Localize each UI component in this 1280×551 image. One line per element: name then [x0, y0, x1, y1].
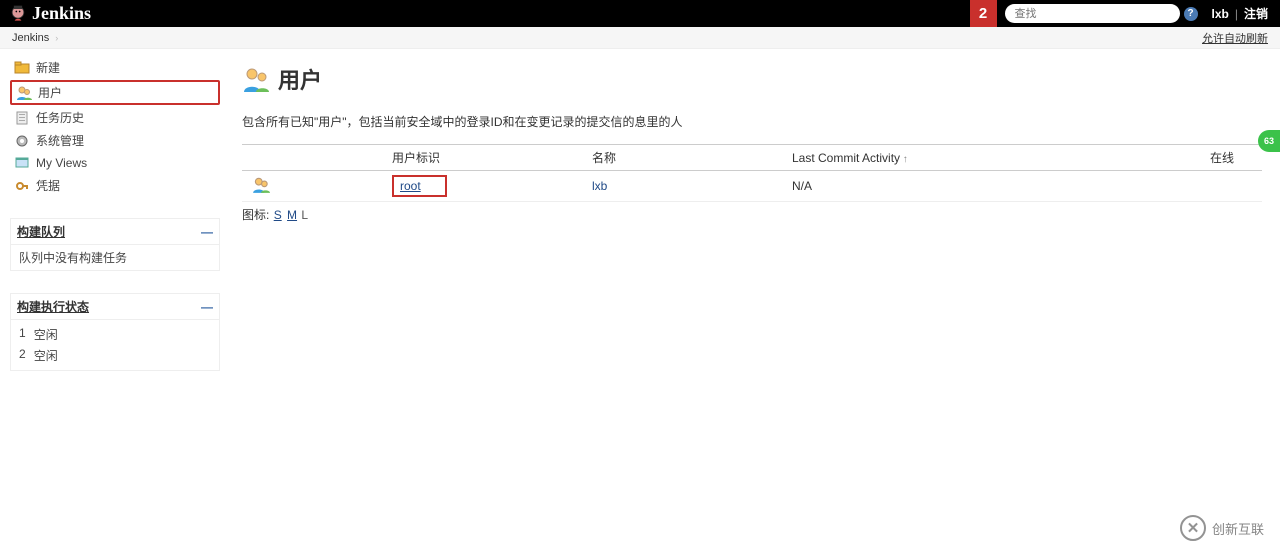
executor-row: 1 空闲: [19, 324, 211, 345]
top-header: Jenkins 2 ? lxb | 注销: [0, 0, 1280, 27]
build-queue-pane: 构建队列 — 队列中没有构建任务: [10, 218, 220, 271]
main-panel: 用户 包含所有已知"用户"，包括当前安全域中的登录ID和在变更记录的提交信的息里…: [220, 49, 1280, 551]
side-floating-badge[interactable]: 63: [1258, 130, 1280, 152]
user-row-icon: [252, 176, 270, 194]
sidebar-item-myviews[interactable]: My Views: [10, 153, 220, 173]
col-name[interactable]: 名称: [582, 145, 782, 171]
executor-state: 空闲: [34, 347, 58, 364]
sidebar-item-label: 新建: [36, 59, 60, 76]
sidebar-item-label: 用户: [38, 84, 62, 101]
collapse-icon[interactable]: —: [201, 300, 213, 314]
watermark-logo: ✕ 创新互联: [1180, 515, 1264, 541]
views-icon: [14, 155, 30, 171]
executor-row: 2 空闲: [19, 345, 211, 366]
sidebar-item-label: 系统管理: [36, 132, 84, 149]
gear-icon: [14, 133, 30, 149]
col-online[interactable]: 在线: [1182, 145, 1262, 171]
watermark-icon: ✕: [1180, 515, 1206, 541]
page-title-text: 用户: [278, 63, 322, 95]
queue-empty-text: 队列中没有构建任务: [19, 251, 127, 265]
folder-new-icon: [14, 60, 30, 76]
search-input[interactable]: [1005, 4, 1180, 23]
col-last-commit[interactable]: Last Commit Activity: [782, 145, 1182, 171]
last-commit-cell: N/A: [782, 171, 1182, 202]
page-description: 包含所有已知"用户"，包括当前安全域中的登录ID和在变更记录的提交信的息里的人: [242, 113, 1262, 130]
users-table: 用户标识 名称 Last Commit Activity 在线 root lxb…: [242, 144, 1262, 202]
jenkins-logo[interactable]: Jenkins: [8, 3, 91, 24]
col-icon[interactable]: [242, 145, 382, 171]
users-big-icon: [242, 65, 270, 93]
separator: |: [1235, 7, 1238, 21]
collapse-icon[interactable]: —: [201, 225, 213, 239]
breadcrumb-root[interactable]: Jenkins: [12, 32, 49, 44]
search-container: [1005, 4, 1180, 23]
online-cell: [1182, 171, 1262, 202]
icon-size-m[interactable]: M: [287, 208, 297, 222]
icon-size-l: L: [301, 208, 308, 222]
icon-size-selector: 图标: S M L: [242, 206, 1262, 223]
chevron-right-icon: ›: [55, 33, 58, 43]
table-row: root lxb N/A: [242, 171, 1262, 202]
sidebar-item-label: My Views: [36, 156, 87, 170]
user-icon: [16, 85, 32, 101]
executor-num: 2: [19, 347, 26, 364]
help-icon[interactable]: ?: [1184, 7, 1198, 21]
credentials-icon: [14, 178, 30, 194]
page-title: 用户: [242, 63, 1262, 95]
jenkins-head-icon: [8, 4, 28, 24]
clipboard-icon: [14, 110, 30, 126]
executor-num: 1: [19, 326, 26, 343]
logout-link[interactable]: 注销: [1244, 5, 1268, 22]
executor-pane: 构建执行状态 — 1 空闲 2 空闲: [10, 293, 220, 371]
build-queue-body: 队列中没有构建任务: [11, 245, 219, 270]
sidebar-item-credentials[interactable]: 凭据: [10, 175, 220, 196]
breadcrumb: Jenkins › 允许自动刷新: [0, 27, 1280, 49]
watermark-text: 创新互联: [1212, 519, 1264, 538]
col-userid[interactable]: 用户标识: [382, 145, 582, 171]
user-id-link[interactable]: root: [400, 179, 421, 193]
sidebar-item-label: 任务历史: [36, 109, 84, 126]
auto-refresh-link[interactable]: 允许自动刷新: [1202, 30, 1268, 46]
brand-text: Jenkins: [32, 3, 91, 24]
executor-body: 1 空闲 2 空闲: [11, 320, 219, 370]
sidebar-item-new[interactable]: 新建: [10, 57, 220, 78]
sidebar-item-history[interactable]: 任务历史: [10, 107, 220, 128]
user-name-link[interactable]: lxb: [592, 179, 607, 193]
sidebar-item-label: 凭据: [36, 177, 60, 194]
icon-size-label: 图标:: [242, 208, 269, 222]
sidebar-item-users[interactable]: 用户: [10, 80, 220, 105]
executor-title[interactable]: 构建执行状态: [17, 298, 201, 315]
sidebar-item-manage[interactable]: 系统管理: [10, 130, 220, 151]
side-panel: 新建 用户 任务历史 系统管理 My Views 凭据 构建队列 —: [0, 49, 220, 551]
executor-state: 空闲: [34, 326, 58, 343]
login-area: lxb | 注销: [1212, 5, 1268, 22]
current-user-link[interactable]: lxb: [1212, 7, 1229, 21]
icon-size-s[interactable]: S: [274, 208, 282, 222]
alert-count-badge[interactable]: 2: [970, 0, 997, 27]
build-queue-title[interactable]: 构建队列: [17, 223, 201, 240]
